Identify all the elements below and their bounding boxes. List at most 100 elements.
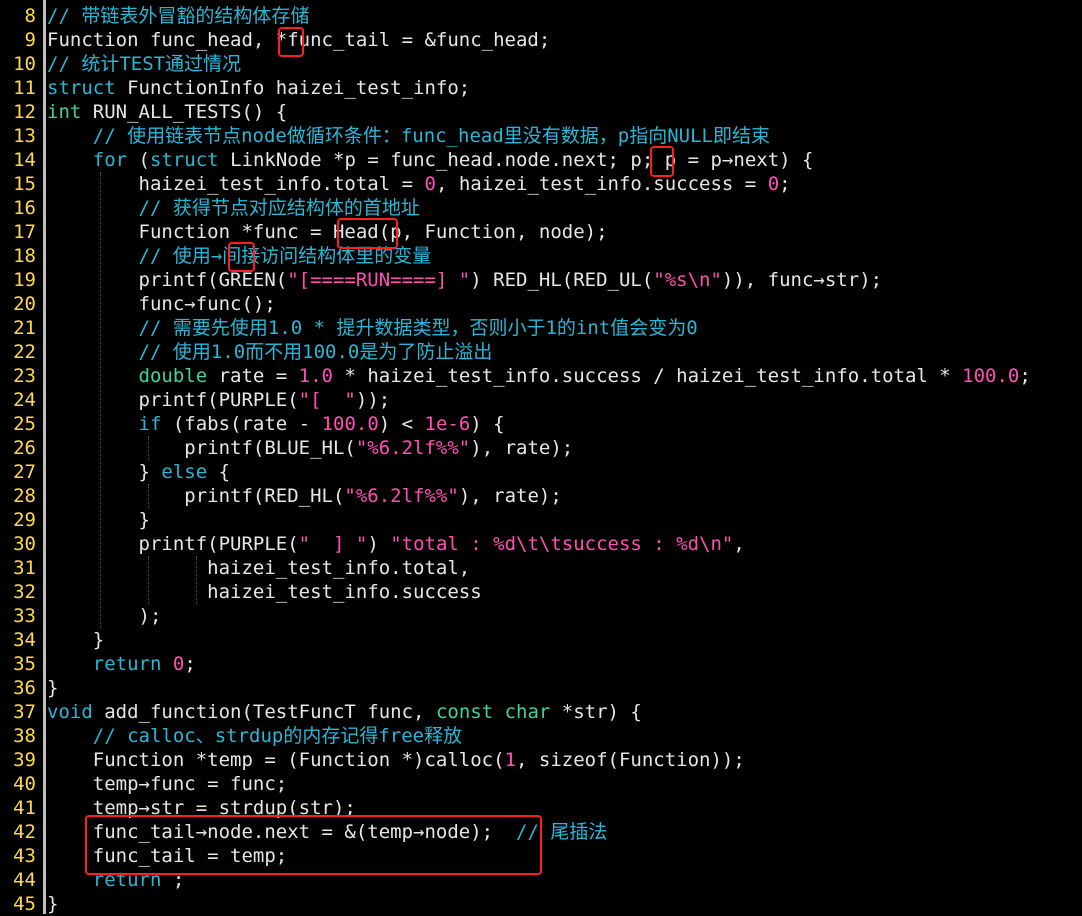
line-number: 31 [13,557,36,579]
line-number: 45 [13,893,36,915]
code-line[interactable]: 31 haizei_test_info.total, [0,556,1082,580]
code-token: ), rate); [458,485,562,507]
code-line[interactable]: 39 Function *temp = (Function *)calloc(1… [0,748,1082,772]
code-line[interactable]: 26 printf(BLUE_HL("%6.2lf%%"), rate); [0,436,1082,460]
code-text: } [47,676,58,700]
code-line[interactable]: 35 return 0; [0,652,1082,676]
indent-guide [100,172,101,628]
line-number: 32 [13,581,36,603]
code-token: )); [355,389,391,411]
code-line[interactable]: 24 printf(PURPLE("[ ")); [0,388,1082,412]
code-text: struct FunctionInfo haizei_test_info; [47,76,470,100]
code-line[interactable]: 22 // 使用1.0而不用100.0是为了防止溢出 [0,340,1082,364]
code-text: func→func(); [47,292,276,316]
code-token: 1e-6 [424,413,471,435]
code-line[interactable]: 9 Function func_head, *func_tail = &func_… [0,28,1082,52]
code-token: 100.0 [321,413,379,435]
code-line[interactable]: 34 } [0,628,1082,652]
code-token: ); [47,605,162,627]
code-text: // calloc、strdup的内存记得free释放 [47,724,462,748]
line-number: 21 [13,317,36,339]
code-line[interactable]: 15 haizei_test_info.total = 0, haizei_te… [0,172,1082,196]
line-number: 8 [24,5,36,27]
code-line[interactable]: 38 // calloc、strdup的内存记得free释放 [0,724,1082,748]
code-text: // 需要先使用1.0 * 提升数据类型，否则小于1的int值会变为0 [47,316,698,340]
code-line[interactable]: 29 } [0,508,1082,532]
code-text: return 0; [47,652,196,676]
code-token: void [47,701,93,723]
code-token: } [47,677,59,699]
code-token: printf(PURPLE( [47,389,299,411]
code-text: } [47,892,58,916]
line-number: 10 [13,53,36,75]
highlight-head-macro [337,218,398,249]
line-number: 44 [13,869,36,891]
code-editor[interactable]: 8 // 带链表外冒豁的结构体存储 9 Function func_head, *fu… [0,0,1082,916]
code-token: printf(PURPLE( [47,533,299,555]
code-line[interactable]: 25 if (fabs(rate - 100.0) < 1e-6) { [0,412,1082,436]
code-token: double [138,365,208,387]
code-text: if (fabs(rate - 100.0) < 1e-6) { [47,412,505,436]
code-line[interactable]: 19 printf(GREEN("[====RUN====] ") RED_HL… [0,268,1082,292]
code-line[interactable]: 10 // 统计TEST通过情况 [0,52,1082,76]
code-line[interactable]: 16 // 获得节点对应结构体的首地址 [0,196,1082,220]
line-number: 26 [13,437,36,459]
line-number: 27 [13,461,36,483]
code-line[interactable]: 23 double rate = 1.0 * haizei_test_info.… [0,364,1082,388]
line-number: 37 [13,701,36,723]
line-number: 40 [13,773,36,795]
code-line[interactable]: 20 func→func(); [0,292,1082,316]
code-token: ; [1019,365,1031,387]
code-line[interactable]: 21 // 需要先使用1.0 * 提升数据类型，否则小于1的int值会变为0 [0,316,1082,340]
code-text: for (struct LinkNode *p = func_head.node… [47,148,814,172]
code-token: printf(BLUE_HL( [47,437,356,459]
code-token: int [47,101,82,123]
code-token: "%6.2lf%%" [355,437,471,459]
code-line[interactable]: 33 ); [0,604,1082,628]
code-token: "[ " [298,389,356,411]
line-number: 22 [13,341,36,363]
code-line[interactable]: 37 void add_function(TestFuncT func, cons… [0,700,1082,724]
code-line[interactable]: 17 Function *func = Head(p, Function, no… [0,220,1082,244]
code-token: ( [127,149,150,171]
code-text: printf(RED_HL("%6.2lf%%"), rate); [47,484,562,508]
code-token: // 需要先使用1.0 * 提升数据类型，否则小于1的int值会变为0 [47,317,698,339]
code-line[interactable]: 40 temp→func = func; [0,772,1082,796]
indent-guide [148,484,149,508]
code-line[interactable]: 36} [0,676,1082,700]
code-token: } [47,461,162,483]
line-number: 16 [13,197,36,219]
code-token: ) RED_HL(RED_UL( [470,269,654,291]
code-token: haizei_test_info.success [47,581,482,603]
code-token: 1.0 [298,365,333,387]
code-line[interactable]: 18 // 使用→间接访问结构体里的变量 [0,244,1082,268]
code-token: ; [779,173,791,195]
code-line[interactable]: 12 int RUN_ALL_TESTS() { [0,100,1082,124]
code-token: // 使用链表节点node做循环条件：func_head里没有数据，p指向NUL… [47,125,770,147]
code-token: // calloc、strdup的内存记得free释放 [47,725,463,747]
code-line[interactable]: 30 printf(PURPLE(" ] ") "total : %d\t\ts… [0,532,1082,556]
code-line[interactable]: 32 haizei_test_info.success [0,580,1082,604]
code-line[interactable]: 14 for (struct LinkNode *p = func_head.n… [0,148,1082,172]
highlight-pointer-star [278,27,304,57]
line-number: 25 [13,413,36,435]
code-token: Function *temp = (Function *)calloc( [47,749,505,771]
code-line[interactable]: 13 // 使用链表节点node做循环条件：func_head里没有数据，p指向… [0,124,1082,148]
code-text: Function *temp = (Function *)calloc(1, s… [47,748,745,772]
code-token: printf(GREEN( [47,269,288,291]
line-number: 42 [13,821,36,843]
line-number: 28 [13,485,36,507]
code-line[interactable]: 8 // 带链表外冒豁的结构体存储 [0,4,1082,28]
code-line[interactable]: 28 printf(RED_HL("%6.2lf%%"), rate); [0,484,1082,508]
line-number: 39 [13,749,36,771]
code-line[interactable]: 45} [0,892,1082,916]
code-token: , [733,533,745,555]
code-token: for [92,149,128,171]
code-line[interactable]: 27 } else { [0,460,1082,484]
code-line[interactable]: 11 struct FunctionInfo haizei_test_info; [0,76,1082,100]
indent-guide [148,556,149,604]
line-number: 36 [13,677,36,699]
